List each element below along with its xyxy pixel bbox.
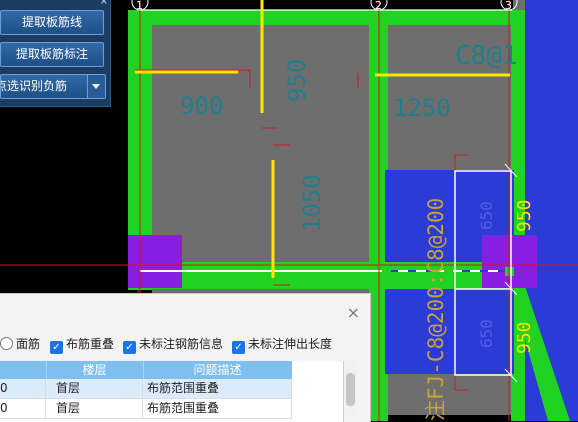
filter-label: 面筋 xyxy=(16,337,41,351)
filter-unlabeled-info-checkbox[interactable]: ✓ 未标注钢筋信息 xyxy=(123,336,224,354)
table-header: 楼层 问题描述 xyxy=(0,361,292,379)
dim-text-950-top: 950 xyxy=(283,59,311,102)
extract-rebar-lines-button[interactable]: 提取板筋线 xyxy=(0,10,104,35)
axis-label-3: 3 xyxy=(505,0,512,12)
filter-options: 面筋 ✓ 布筋重叠 ✓ 未标注钢筋信息 ✓ 未标注伸出长度 xyxy=(0,336,360,354)
beam-top xyxy=(128,10,524,25)
column-left xyxy=(128,235,182,288)
rebar-spec-vertical: FJ-C8@200:C8@200 xyxy=(424,198,448,400)
cell-index: 0 xyxy=(0,379,46,398)
grip-1[interactable] xyxy=(382,267,391,276)
faint-label-lower: 650 xyxy=(477,319,496,348)
dim-text-1050: 1050 xyxy=(298,174,326,232)
checkbox-checked-icon: ✓ xyxy=(123,341,136,354)
dim-text-950-lower: 950 xyxy=(514,321,535,354)
rebar-text-top: C8@1 xyxy=(455,41,518,71)
issue-table: 楼层 问题描述 0 首层 布筋范围重叠 0 首层 布筋范围重叠 xyxy=(0,361,344,422)
cell-description: 布筋范围重叠 xyxy=(143,399,292,418)
beam-bottom-horizontal xyxy=(128,262,524,289)
col-header-floor[interactable]: 楼层 xyxy=(46,361,144,379)
cell-index: 0 xyxy=(0,399,46,418)
identify-negative-rebar-combo[interactable]: 点选识别负筋 xyxy=(0,74,106,99)
dialog-close-icon[interactable]: × xyxy=(347,305,360,321)
radio-icon xyxy=(0,337,13,350)
col-header-description[interactable]: 问题描述 xyxy=(143,361,292,379)
filter-unlabeled-length-checkbox[interactable]: ✓ 未标注伸出长度 xyxy=(232,336,333,354)
combo-label: 点选识别负筋 xyxy=(0,79,68,93)
cell-description: 布筋范围重叠 xyxy=(143,379,292,398)
rebar-spec-prefix: 注 xyxy=(424,400,448,421)
filter-label: 未标注伸出长度 xyxy=(248,337,333,351)
panel-close-icon[interactable]: × xyxy=(100,0,108,7)
cell-floor: 首层 xyxy=(46,399,143,418)
dim-text-1250: 1250 xyxy=(393,94,451,122)
issue-check-dialog: × 面筋 ✓ 布筋重叠 ✓ 未标注钢筋信息 ✓ 未标注伸出长度 楼层 问题描述 0 首… xyxy=(0,293,371,422)
combo-dropdown-button[interactable] xyxy=(87,75,105,98)
filter-top-rebar-radio[interactable]: 面筋 xyxy=(0,336,40,352)
cell-floor: 首层 xyxy=(46,379,143,398)
table-scrollbar-thumb[interactable] xyxy=(346,373,355,406)
table-row[interactable]: 0 首层 布筋范围重叠 xyxy=(0,379,292,399)
faint-label-upper: 650 xyxy=(477,201,496,230)
axis-label-1: 1 xyxy=(136,0,143,12)
filter-overlap-checkbox[interactable]: ✓ 布筋重叠 xyxy=(50,336,115,354)
checkbox-checked-icon: ✓ xyxy=(50,341,63,354)
rebar-tool-panel: × 提取板筋线 提取板筋标注 点选识别负筋 xyxy=(0,0,111,107)
extract-rebar-labels-button[interactable]: 提取板筋标注 xyxy=(0,42,104,67)
chevron-down-icon xyxy=(92,84,100,89)
col-header-index[interactable] xyxy=(0,361,47,379)
filter-label: 未标注钢筋信息 xyxy=(139,337,224,351)
dim-text-950-upper: 950 xyxy=(514,199,535,232)
checkbox-checked-icon: ✓ xyxy=(232,341,245,354)
table-row[interactable]: 0 首层 布筋范围重叠 xyxy=(0,399,292,419)
filter-label: 布筋重叠 xyxy=(66,337,115,351)
dim-text-900: 900 xyxy=(180,92,223,120)
axis-label-2: 2 xyxy=(375,0,382,12)
